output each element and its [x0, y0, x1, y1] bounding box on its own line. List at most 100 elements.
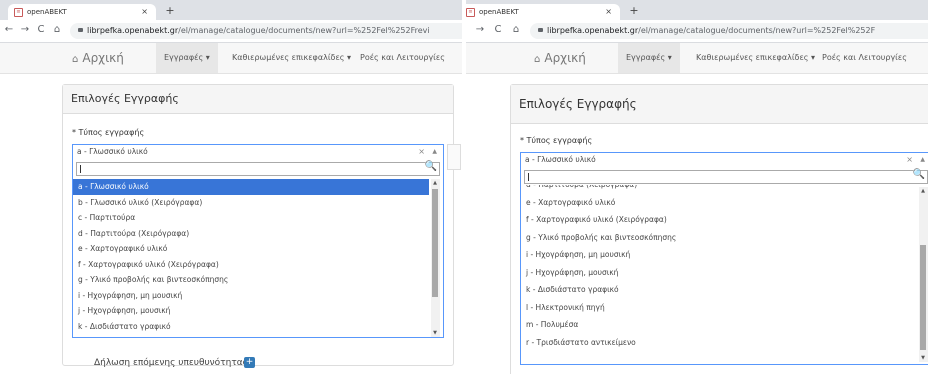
panel-title: Επιλογές Εγγραφής — [519, 97, 637, 111]
menu-workflows[interactable]: Ροές και Λειτουργίες — [360, 43, 445, 73]
menu-headings[interactable]: Καθιερωμένες επικεφαλίδες ▾ — [696, 43, 815, 73]
address-bar: ← → C ⌂ librpefka.openabekt.gr/el/manage… — [0, 20, 462, 43]
new-tab-button[interactable]: + — [162, 4, 178, 17]
new-tab-button[interactable]: + — [626, 4, 642, 17]
option-item[interactable]: f - Χαρτογραφικό υλικό (Χειρόγραφα) — [521, 211, 917, 229]
url-path: /el/manage/catalogue/documents/new?url=%… — [178, 26, 430, 35]
option-item[interactable]: k - Δισδιάστατο γραφικό — [521, 281, 917, 299]
menu-headings[interactable]: Καθιερωμένες επικεφαλίδες ▾ — [232, 43, 351, 73]
reload-icon[interactable]: C — [35, 24, 47, 35]
lock-icon — [538, 28, 543, 32]
right-screenshot: ≡ openABEKT × + → C ⌂ librpefka.openabek… — [466, 0, 928, 374]
url-path: /el/manage/catalogue/documents/new?url=%… — [638, 26, 876, 35]
close-tab-icon[interactable]: × — [605, 7, 612, 16]
left-screenshot: ≡ openABEKT × + ← → C ⌂ librpefka.openab… — [0, 0, 462, 374]
address-bar: → C ⌂ librpefka.openabekt.gr/el/manage/c… — [466, 20, 928, 43]
tab-bar: ≡ openABEKT × + — [466, 0, 928, 20]
selected-value: a - Γλωσσικό υλικό — [525, 155, 596, 164]
option-item[interactable]: e - Χαρτογραφικό υλικό — [73, 241, 429, 257]
record-type-select[interactable]: a - Γλωσσικό υλικό × ▲ — [72, 144, 444, 160]
site-menu: ⌂ Αρχική Εγγραφές ▾ Καθιερωμένες επικεφαλ… — [0, 43, 462, 74]
declaration-label: Δήλωση επόμενης υπευθυνότητας — [94, 358, 248, 368]
option-item[interactable]: c - Παρτιτούρα — [73, 210, 429, 226]
tab-bar: ≡ openABEKT × + — [0, 0, 462, 20]
menu-home[interactable]: ⌂ Αρχική — [72, 43, 124, 75]
page-content: Επιλογές Εγγραφής * Τύπος εγγραφής a - Γ… — [466, 74, 928, 374]
back-icon[interactable]: ← — [3, 24, 15, 35]
option-item[interactable]: k - Δισδιάστατο γραφικό — [73, 319, 429, 335]
browser-tab[interactable]: ≡ openABEKT × — [8, 4, 156, 20]
option-item[interactable]: d - Παρτιτούρα (Χειρόγραφα) — [73, 226, 429, 242]
record-type-dropdown: 🔍 a - Γλωσσικό υλικό b - Γλωσσικό υλικό (… — [72, 159, 444, 338]
option-item[interactable]: j - Ηχογράφηση, μουσική — [521, 264, 917, 282]
browser-tab[interactable]: ≡ openABEKT × — [466, 4, 620, 20]
scroll-up-icon[interactable]: ▲ — [919, 188, 927, 194]
caret-up-icon[interactable]: ▲ — [920, 153, 925, 167]
home-icon[interactable]: ⌂ — [51, 24, 63, 35]
site-menu: ⌂ Αρχική Εγγραφές ▾ Καθιερωμένες επικεφαλ… — [466, 43, 928, 74]
option-item[interactable]: m - Πολυμέσα — [521, 316, 917, 334]
option-item[interactable]: g - Υλικό προβολής και βιντεοσκόπησης — [73, 272, 429, 288]
search-icon: 🔍 — [424, 161, 437, 172]
scrollbar-thumb[interactable] — [432, 189, 438, 297]
panel-header: Επιλογές Εγγραφής — [63, 85, 453, 114]
text-cursor — [80, 165, 81, 173]
search-icon: 🔍 — [912, 169, 925, 180]
lock-icon — [78, 28, 83, 32]
option-item[interactable]: a - Γλωσσικό υλικό — [73, 179, 429, 195]
forward-icon[interactable]: → — [474, 24, 486, 35]
clear-icon[interactable]: × — [906, 153, 913, 167]
url-input[interactable]: librpefka.openabekt.gr/el/manage/catalog… — [70, 23, 462, 39]
menu-home[interactable]: ⌂ Αρχική — [534, 43, 586, 75]
url-host: librpefka.openabekt.gr — [87, 26, 179, 35]
option-item[interactable]: e - Χαρτογραφικό υλικό — [521, 194, 917, 212]
option-item[interactable]: g - Υλικό προβολής και βιντεοσκόπησης — [521, 229, 917, 247]
record-type-label: * Τύπος εγγραφής — [520, 136, 593, 145]
url-host: librpefka.openabekt.gr — [547, 26, 639, 35]
clear-icon[interactable]: × — [418, 145, 425, 159]
reload-icon[interactable]: C — [492, 24, 504, 35]
record-type-select[interactable]: a - Γλωσσικό υλικό × ▲ — [520, 152, 928, 168]
menu-records[interactable]: Εγγραφές ▾ — [618, 43, 680, 73]
options-list: a - Γλωσσικό υλικό b - Γλωσσικό υλικό (Χε… — [73, 179, 429, 337]
options-list: d - Παρτιτούρα (Χειρόγραφα)e - Χαρτογραφ… — [521, 185, 917, 364]
dropdown-search-input[interactable]: 🔍 — [76, 161, 440, 176]
forward-icon[interactable]: → — [19, 24, 31, 35]
tab-title: openABEKT — [479, 8, 519, 16]
panel-title: Επιλογές Εγγραφής — [71, 92, 179, 105]
favicon-icon: ≡ — [466, 8, 475, 17]
home-icon[interactable]: ⌂ — [510, 24, 522, 35]
record-type-dropdown: 🔍 d - Παρτιτούρα (Χειρόγραφα)e - Χαρτογρ… — [520, 167, 928, 365]
side-field-edge — [447, 144, 461, 170]
panel-header: Επιλογές Εγγραφής — [511, 85, 928, 124]
scroll-up-icon[interactable]: ▲ — [431, 180, 439, 186]
option-item[interactable]: f - Χαρτογραφικό υλικό (Χειρόγραφα) — [73, 257, 429, 273]
selected-value: a - Γλωσσικό υλικό — [77, 147, 148, 156]
house-icon: ⌂ — [72, 54, 79, 65]
close-tab-icon[interactable]: × — [141, 7, 148, 16]
add-declaration-button[interactable]: + — [244, 357, 255, 368]
text-cursor — [528, 173, 529, 181]
favicon-icon: ≡ — [14, 8, 23, 17]
page-content: Επιλογές Εγγραφής * Τύπος εγγραφής a - Γ… — [0, 74, 462, 374]
option-item[interactable]: i - Ηχογράφηση, μη μουσική — [73, 288, 429, 304]
option-item[interactable]: i - Ηχογράφηση, μη μουσική — [521, 246, 917, 264]
menu-home-label: Αρχική — [82, 51, 124, 65]
dropdown-scrollbar[interactable]: ▲ ▼ — [431, 179, 440, 337]
option-item[interactable]: b - Γλωσσικό υλικό (Χειρόγραφα) — [73, 195, 429, 211]
option-item[interactable]: d - Παρτιτούρα (Χειρόγραφα) — [521, 185, 917, 194]
scroll-down-icon[interactable]: ▼ — [431, 330, 439, 336]
menu-workflows[interactable]: Ροές και Λειτουργίες — [822, 43, 907, 73]
url-input[interactable]: librpefka.openabekt.gr/el/manage/catalog… — [530, 23, 928, 39]
dropdown-search-input[interactable]: 🔍 — [524, 169, 928, 184]
menu-records[interactable]: Εγγραφές ▾ — [156, 43, 218, 73]
option-item[interactable]: j - Ηχογράφηση, μουσική — [73, 303, 429, 319]
option-item[interactable]: r - Τρισδιάστατο αντικείμενο — [521, 334, 917, 352]
house-icon: ⌂ — [534, 54, 541, 65]
menu-home-label: Αρχική — [544, 51, 586, 65]
dropdown-scrollbar[interactable]: ▲ ▼ — [919, 187, 928, 362]
scrollbar-thumb[interactable] — [920, 245, 926, 350]
scroll-down-icon[interactable]: ▼ — [919, 355, 927, 361]
caret-up-icon[interactable]: ▲ — [432, 145, 437, 159]
option-item[interactable]: l - Ηλεκτρονική πηγή — [521, 299, 917, 317]
